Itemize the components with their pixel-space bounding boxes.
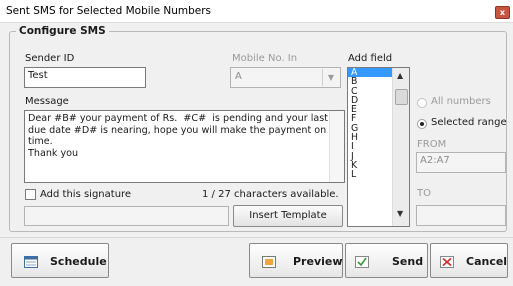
add-field-items: ABCDEFGHIJKL: [348, 68, 394, 180]
window-title: Sent SMS for Selected Mobile Numbers: [6, 5, 212, 17]
message-text: Dear #B# your payment of Rs. #C# is pend…: [28, 113, 329, 159]
to-label: TO: [417, 188, 431, 199]
send-button[interactable]: Send: [345, 243, 428, 278]
chevron-down-icon: ▼: [322, 69, 339, 86]
group-legend: Configure SMS: [16, 25, 109, 37]
from-input[interactable]: A2:A7: [416, 152, 506, 173]
to-input[interactable]: [416, 205, 506, 226]
scroll-up-icon[interactable]: ▲: [397, 71, 403, 80]
cancel-icon: [440, 256, 454, 268]
signature-checkbox[interactable]: [25, 189, 36, 200]
send-icon: [355, 256, 369, 268]
sender-id-input[interactable]: Test: [24, 67, 146, 88]
message-label: Message: [25, 96, 69, 107]
add-field-item[interactable]: I: [348, 142, 394, 152]
scroll-down-icon[interactable]: ▼: [397, 209, 403, 218]
add-field-item[interactable]: L: [348, 170, 394, 180]
add-field-label: Add field: [348, 53, 393, 64]
signature-label: Add this signature: [40, 189, 132, 200]
preview-button[interactable]: Preview: [249, 243, 343, 278]
preview-icon: [262, 256, 276, 268]
mobile-no-value: A: [235, 71, 242, 82]
selected-range-radio[interactable]: [417, 119, 427, 129]
signature-input[interactable]: [24, 206, 229, 226]
char-count: 1 / 27 characters available.: [202, 189, 339, 200]
footer-separator: [0, 237, 513, 238]
add-field-list[interactable]: ABCDEFGHIJKL ▲ ▼: [347, 67, 410, 227]
message-scrollbar[interactable]: [329, 111, 344, 182]
sender-id-label: Sender ID: [25, 53, 75, 64]
message-textarea[interactable]: Dear #B# your payment of Rs. #C# is pend…: [24, 110, 345, 183]
all-numbers-label: All numbers: [431, 96, 491, 107]
add-field-item[interactable]: H: [348, 133, 394, 143]
selected-range-label: Selected range: [431, 117, 507, 128]
mobile-no-label: Mobile No. In: [232, 53, 298, 64]
schedule-button[interactable]: Schedule: [11, 243, 109, 278]
title-bar: Sent SMS for Selected Mobile Numbers x: [0, 0, 513, 23]
all-numbers-radio[interactable]: [417, 98, 427, 108]
insert-template-button[interactable]: Insert Template: [233, 205, 343, 227]
mobile-no-select[interactable]: A ▼: [230, 67, 341, 88]
scroll-thumb[interactable]: [395, 89, 408, 105]
from-label: FROM: [417, 139, 447, 150]
sender-id-value: Test: [28, 70, 48, 81]
add-field-scrollbar[interactable]: ▲ ▼: [392, 68, 409, 226]
close-button[interactable]: x: [495, 6, 510, 19]
calendar-icon: [24, 256, 38, 268]
cancel-button[interactable]: Cancel: [430, 243, 508, 278]
